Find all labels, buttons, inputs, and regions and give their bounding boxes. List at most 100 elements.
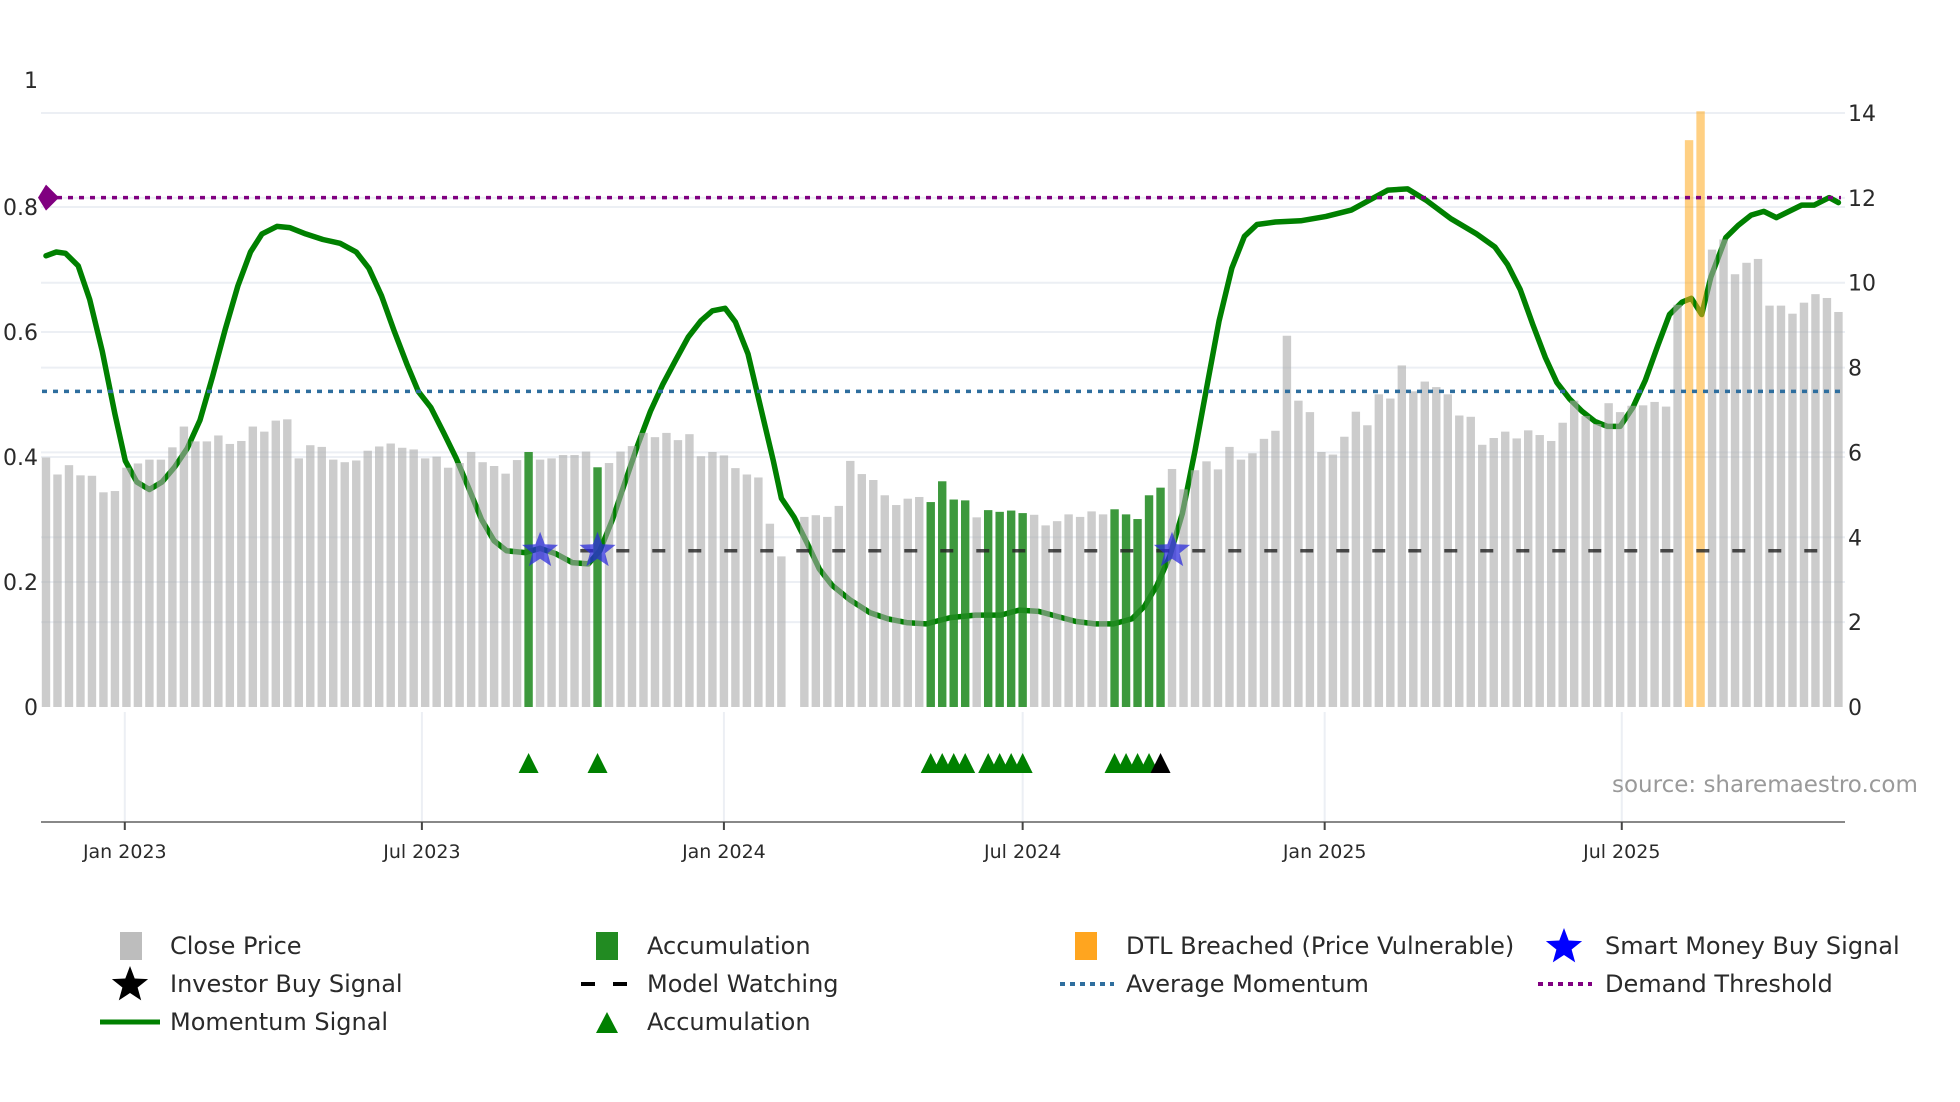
close-price-bar (800, 516, 809, 707)
left-axis-tick-label: 0.4 (3, 446, 38, 471)
close-price-bar (76, 475, 85, 707)
legend-label: Accumulation (647, 932, 811, 960)
close-price-bar (777, 556, 786, 707)
close-price-bar (547, 458, 556, 707)
x-tick-label: Jan 2025 (1282, 841, 1367, 863)
close-price-bar (1581, 415, 1590, 707)
close-price-bar (673, 440, 683, 707)
green-triangle-icon (577, 1004, 637, 1040)
close-price-bar (317, 446, 326, 707)
accumulation-triangle-icon (587, 753, 608, 773)
right-axis-tick-label: 10 (1848, 272, 1876, 297)
close-price-bar (248, 426, 258, 707)
legend-label: Smart Money Buy Signal (1605, 932, 1900, 960)
left-axis-tick-label: 0.2 (3, 571, 38, 596)
close-price-bar (639, 432, 648, 707)
close-price-bar (662, 432, 671, 707)
right-axis-tick-label: 2 (1848, 611, 1862, 636)
accumulation-bar (1121, 514, 1131, 707)
close-price-bar (1638, 405, 1648, 707)
close-price-bar (1179, 489, 1188, 707)
close-price-bar (237, 440, 246, 707)
close-price-bar (225, 443, 235, 707)
close-price-bar (1294, 400, 1303, 707)
close-price-bar (420, 458, 430, 707)
x-tick-label: Jul 2023 (382, 841, 460, 863)
close-price-bar (1512, 438, 1521, 707)
close-price-bar (214, 435, 223, 707)
accumulation-bar (1133, 519, 1142, 707)
close-price-bar (110, 491, 120, 707)
right-axis-tick-label: 12 (1848, 187, 1876, 212)
close-price-bar (1707, 249, 1717, 707)
close-price-bar (857, 474, 866, 707)
blue-star-icon (1534, 928, 1594, 964)
close-price-bar (1305, 412, 1315, 707)
close-price-bar (1363, 425, 1372, 707)
right-axis-tick-label: 14 (1848, 102, 1876, 127)
accumulation-bar (1006, 510, 1016, 707)
close-price-bar (501, 473, 510, 707)
close-price-bar (1248, 453, 1257, 707)
close-price-bar (1673, 304, 1682, 707)
close-price-bar (1489, 438, 1498, 707)
close-price-bar (1466, 416, 1475, 707)
accumulation-bar (926, 502, 935, 707)
accumulation-bar (1110, 509, 1119, 707)
close-price-bar (1558, 422, 1567, 707)
close-price-bar (306, 445, 315, 707)
close-price-bar (570, 454, 579, 707)
close-price-bar (1236, 459, 1246, 707)
close-price-bar (409, 449, 418, 707)
x-tick-label: Jul 2025 (1582, 841, 1660, 863)
close-price-bar (375, 446, 384, 707)
gray-square-icon (100, 928, 160, 964)
close-price-bar (1064, 514, 1073, 707)
close-price-bar (535, 459, 545, 707)
close-price-bar (708, 452, 717, 707)
close-price-bar (604, 463, 614, 707)
close-price-bar (754, 477, 763, 707)
close-price-bar (1041, 525, 1050, 707)
accumulation-bar (983, 510, 993, 707)
accumulation-triangle-icon (518, 753, 539, 773)
close-price-bar (1351, 411, 1361, 707)
black-star-icon (100, 966, 160, 1002)
left-axis-tick-label: 1 (24, 69, 38, 94)
close-price-bar (1478, 444, 1487, 707)
close-price-bar (443, 467, 453, 707)
close-price-bar (1190, 470, 1200, 707)
legend-label: Average Momentum (1126, 970, 1369, 998)
legend-label: Close Price (170, 932, 302, 960)
legend-label: Momentum Signal (170, 1008, 389, 1036)
close-price-bar (1811, 294, 1820, 707)
close-price-bar (1029, 514, 1039, 707)
close-price-bar (1627, 405, 1636, 707)
legend-label: Investor Buy Signal (170, 970, 403, 998)
close-price-bar (283, 419, 292, 707)
close-price-bar (1259, 438, 1269, 707)
close-price-bar (1535, 435, 1544, 707)
close-price-bar (685, 434, 694, 707)
close-price-bar (478, 462, 487, 707)
close-price-bar (432, 456, 441, 707)
close-price-bar (1225, 446, 1234, 707)
close-price-bar (1546, 440, 1556, 707)
close-price-bar (133, 463, 143, 707)
close-price-bar (581, 451, 591, 707)
green-square-icon (577, 928, 637, 964)
close-price-bar (386, 443, 395, 707)
close-price-bar (1340, 436, 1349, 707)
close-price-bar (1661, 406, 1671, 707)
close-price-bar (1455, 415, 1464, 707)
accumulation-bar (1156, 487, 1165, 707)
close-price-bar (1822, 297, 1832, 707)
close-price-bar (1087, 511, 1096, 707)
left-axis-tick-label: 0.6 (3, 321, 38, 346)
right-axis-tick-label: 4 (1848, 526, 1862, 551)
close-price-bar (1501, 431, 1510, 707)
close-price-bar (1604, 403, 1613, 707)
close-price-bar (1799, 302, 1809, 707)
legend-label: DTL Breached (Price Vulnerable) (1126, 932, 1515, 960)
close-price-bar (742, 474, 752, 707)
